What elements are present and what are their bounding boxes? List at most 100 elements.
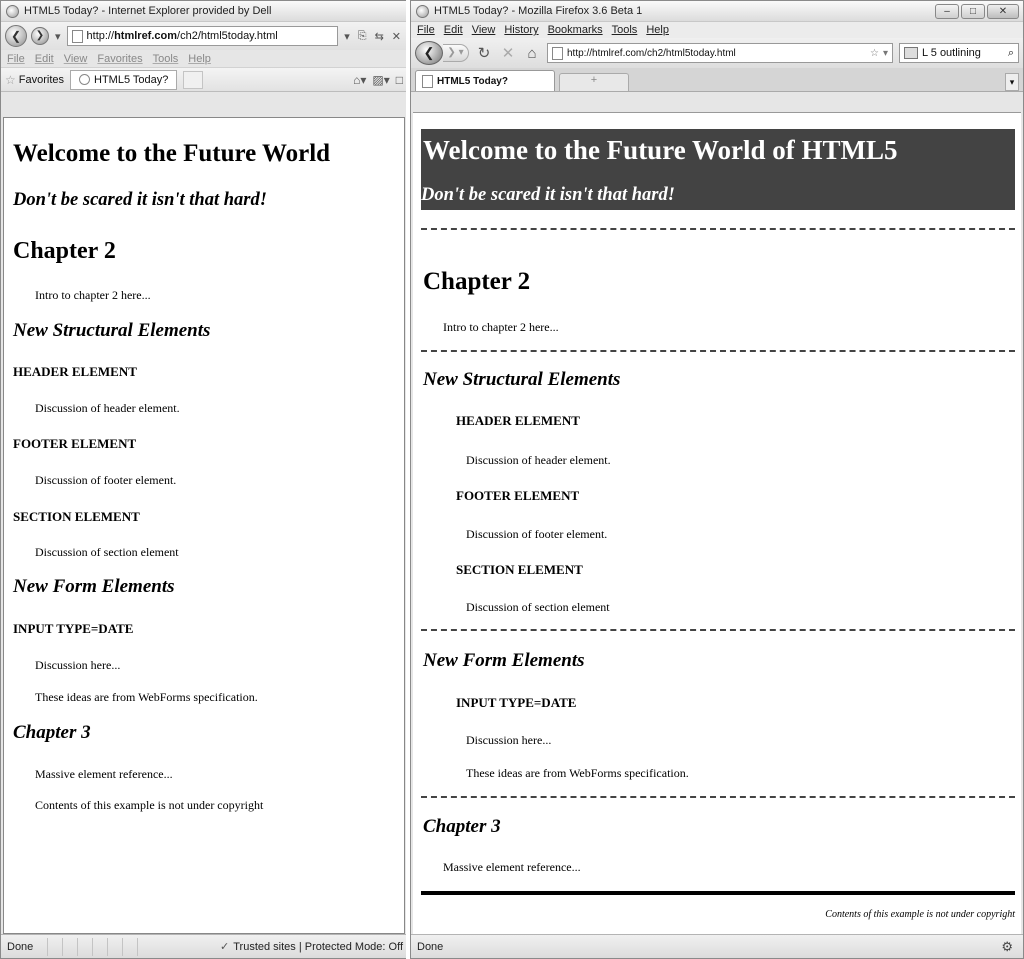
window-controls: ‒ □ ✕: [935, 4, 1019, 19]
section-element-heading: SECTION ELEMENT: [456, 562, 583, 577]
ff-titlebar[interactable]: HTML5 Today? - Mozilla Firefox 3.6 Beta …: [411, 1, 1023, 22]
page-header-band: Welcome to the Future World of HTML5 Don…: [421, 129, 1015, 210]
ff-tab-active[interactable]: HTML5 Today?: [415, 70, 555, 91]
form-heading: New Form Elements: [423, 650, 585, 671]
page-heading: Welcome to the Future World: [13, 140, 331, 167]
addon-status-icon[interactable]: ⚙: [1001, 939, 1013, 955]
ie-window-title: HTML5 Today? - Internet Explorer provide…: [24, 5, 272, 17]
compatibility-view-icon[interactable]: ⎘: [356, 30, 369, 43]
security-zone-text: Trusted sites | Protected Mode: Off: [233, 940, 403, 953]
security-zone[interactable]: ✓ Trusted sites | Protected Mode: Off: [220, 940, 407, 954]
section-divider: [421, 350, 1015, 352]
ie-tab-active[interactable]: HTML5 Today?: [70, 69, 178, 90]
ff-status-text: Done: [417, 940, 444, 953]
ie-url-field[interactable]: http://htmlref.com/ch2/html5today.html: [66, 26, 339, 46]
home-icon[interactable]: ⌂: [523, 45, 541, 62]
search-engine-icon[interactable]: [904, 47, 918, 59]
search-icon[interactable]: ⌕: [1008, 47, 1014, 60]
bookmark-star-icon[interactable]: ☆: [870, 48, 879, 59]
ff-menu-edit[interactable]: Edit: [444, 24, 463, 36]
feeds-icon[interactable]: ▨▾: [372, 73, 389, 87]
intro-text: Intro to chapter 2 here...: [443, 320, 559, 334]
ie-back-button[interactable]: ❮: [5, 25, 27, 47]
ie-titlebar[interactable]: HTML5 Today? - Internet Explorer provide…: [1, 1, 407, 22]
print-icon[interactable]: □: [396, 73, 403, 87]
copyright-text: Contents of this example is not under co…: [35, 798, 264, 812]
page-subheading: Don't be scared it isn't that hard!: [13, 190, 267, 210]
favorites-label: Favorites: [18, 73, 65, 86]
footer-rule: [421, 891, 1015, 895]
close-button[interactable]: ✕: [987, 4, 1019, 19]
section-discussion: Discussion of section element: [466, 600, 610, 614]
ff-window-title: HTML5 Today? - Mozilla Firefox 3.6 Beta …: [434, 5, 643, 17]
star-icon: ☆: [5, 72, 16, 87]
ff-new-tab-button[interactable]: +: [559, 73, 629, 91]
section-discussion: Discussion of section element: [35, 545, 179, 559]
section-divider: [421, 796, 1015, 798]
ff-forward-button[interactable]: ❯ ▾: [443, 44, 469, 62]
ie-window: HTML5 Today? - Internet Explorer provide…: [0, 0, 408, 959]
ie-url-text: http://htmlref.com/ch2/html5today.html: [86, 30, 278, 42]
page-icon: [552, 46, 563, 60]
favorites-button[interactable]: ☆ Favorites: [5, 73, 64, 87]
ie-tab-label: HTML5 Today?: [94, 73, 169, 86]
structural-heading: New Structural Elements: [13, 320, 211, 341]
ff-tab-label: HTML5 Today?: [437, 75, 508, 87]
ie-favorites-bar: ☆ Favorites HTML5 Today? ⌂▾ ▨▾ □: [1, 68, 407, 92]
page-subheading: Don't be scared it isn't that hard!: [421, 185, 675, 205]
ie-menu-view[interactable]: View: [64, 53, 88, 65]
page-heading: Welcome to the Future World of HTML5: [423, 135, 898, 165]
ie-menu-edit[interactable]: Edit: [35, 53, 54, 65]
ff-menu-bar: File Edit View History Bookmarks Tools H…: [411, 22, 1023, 38]
ff-menu-view[interactable]: View: [472, 24, 496, 36]
maximize-button[interactable]: □: [961, 4, 985, 19]
ie-menu-file[interactable]: File: [7, 53, 25, 65]
section-element-heading: SECTION ELEMENT: [13, 509, 140, 524]
form-heading: New Form Elements: [13, 576, 175, 597]
ff-url-field[interactable]: http://htmlref.com/ch2/html5today.html ☆…: [547, 43, 893, 63]
ie-new-tab-button[interactable]: [183, 70, 204, 89]
minimize-button[interactable]: ‒: [935, 4, 959, 19]
ie-menu-favorites[interactable]: Favorites: [97, 53, 142, 65]
ff-search-field[interactable]: L 5 outlining ⌕: [899, 43, 1019, 63]
ie-status-text: Done: [7, 940, 34, 953]
ie-forward-button[interactable]: ❯: [31, 27, 49, 45]
ie-menu-tools[interactable]: Tools: [153, 53, 179, 65]
section-divider: [421, 629, 1015, 631]
section-divider: [421, 228, 1015, 230]
ie-url-dropdown-icon[interactable]: ▾: [342, 30, 352, 43]
ie-page-viewport: Welcome to the Future World Don't be sca…: [3, 117, 405, 934]
reload-icon[interactable]: ↻: [475, 44, 493, 62]
ie-address-bar: ❮ ❯ ▾ http://htmlref.com/ch2/html5today.…: [1, 22, 407, 50]
discussion-here: Discussion here...: [35, 658, 121, 672]
ie-menu-help[interactable]: Help: [188, 53, 211, 65]
firefox-window: HTML5 Today? - Mozilla Firefox 3.6 Beta …: [410, 0, 1024, 959]
ff-menu-help[interactable]: Help: [646, 24, 669, 36]
structural-heading: New Structural Elements: [423, 369, 621, 390]
chapter2-heading: Chapter 2: [423, 268, 531, 295]
status-cells: [47, 937, 152, 956]
ff-back-button[interactable]: ❮: [415, 41, 443, 65]
ff-menu-tools[interactable]: Tools: [612, 24, 638, 36]
footer-element-heading: FOOTER ELEMENT: [456, 488, 580, 503]
url-dropdown-icon[interactable]: ▾: [883, 48, 888, 59]
discussion-here: Discussion here...: [466, 733, 552, 747]
massive-reference-text: Massive element reference...: [443, 860, 581, 874]
footer-element-heading: FOOTER ELEMENT: [13, 436, 137, 451]
ff-menu-file[interactable]: File: [417, 24, 435, 36]
ff-menu-bookmarks[interactable]: Bookmarks: [548, 24, 603, 36]
ie-history-dropdown-icon[interactable]: ▾: [53, 30, 63, 43]
tab-list-icon[interactable]: ▾: [1005, 73, 1019, 91]
massive-reference-text: Massive element reference...: [35, 767, 173, 781]
page-icon: [71, 29, 83, 43]
ff-tab-bar: HTML5 Today? + ▾: [411, 68, 1023, 92]
input-date-heading: INPUT TYPE=DATE: [13, 621, 134, 636]
tab-page-icon: [422, 74, 433, 88]
home-icon[interactable]: ⌂▾: [353, 73, 366, 87]
stop-icon[interactable]: ✕: [499, 44, 517, 62]
webforms-text: These ideas are from WebForms specificat…: [35, 690, 258, 704]
refresh-icon[interactable]: ⇆: [373, 30, 386, 43]
stop-icon[interactable]: ✕: [390, 30, 403, 43]
ie-command-bar: ⌂▾ ▨▾ □: [353, 73, 403, 87]
ff-menu-history[interactable]: History: [504, 24, 538, 36]
